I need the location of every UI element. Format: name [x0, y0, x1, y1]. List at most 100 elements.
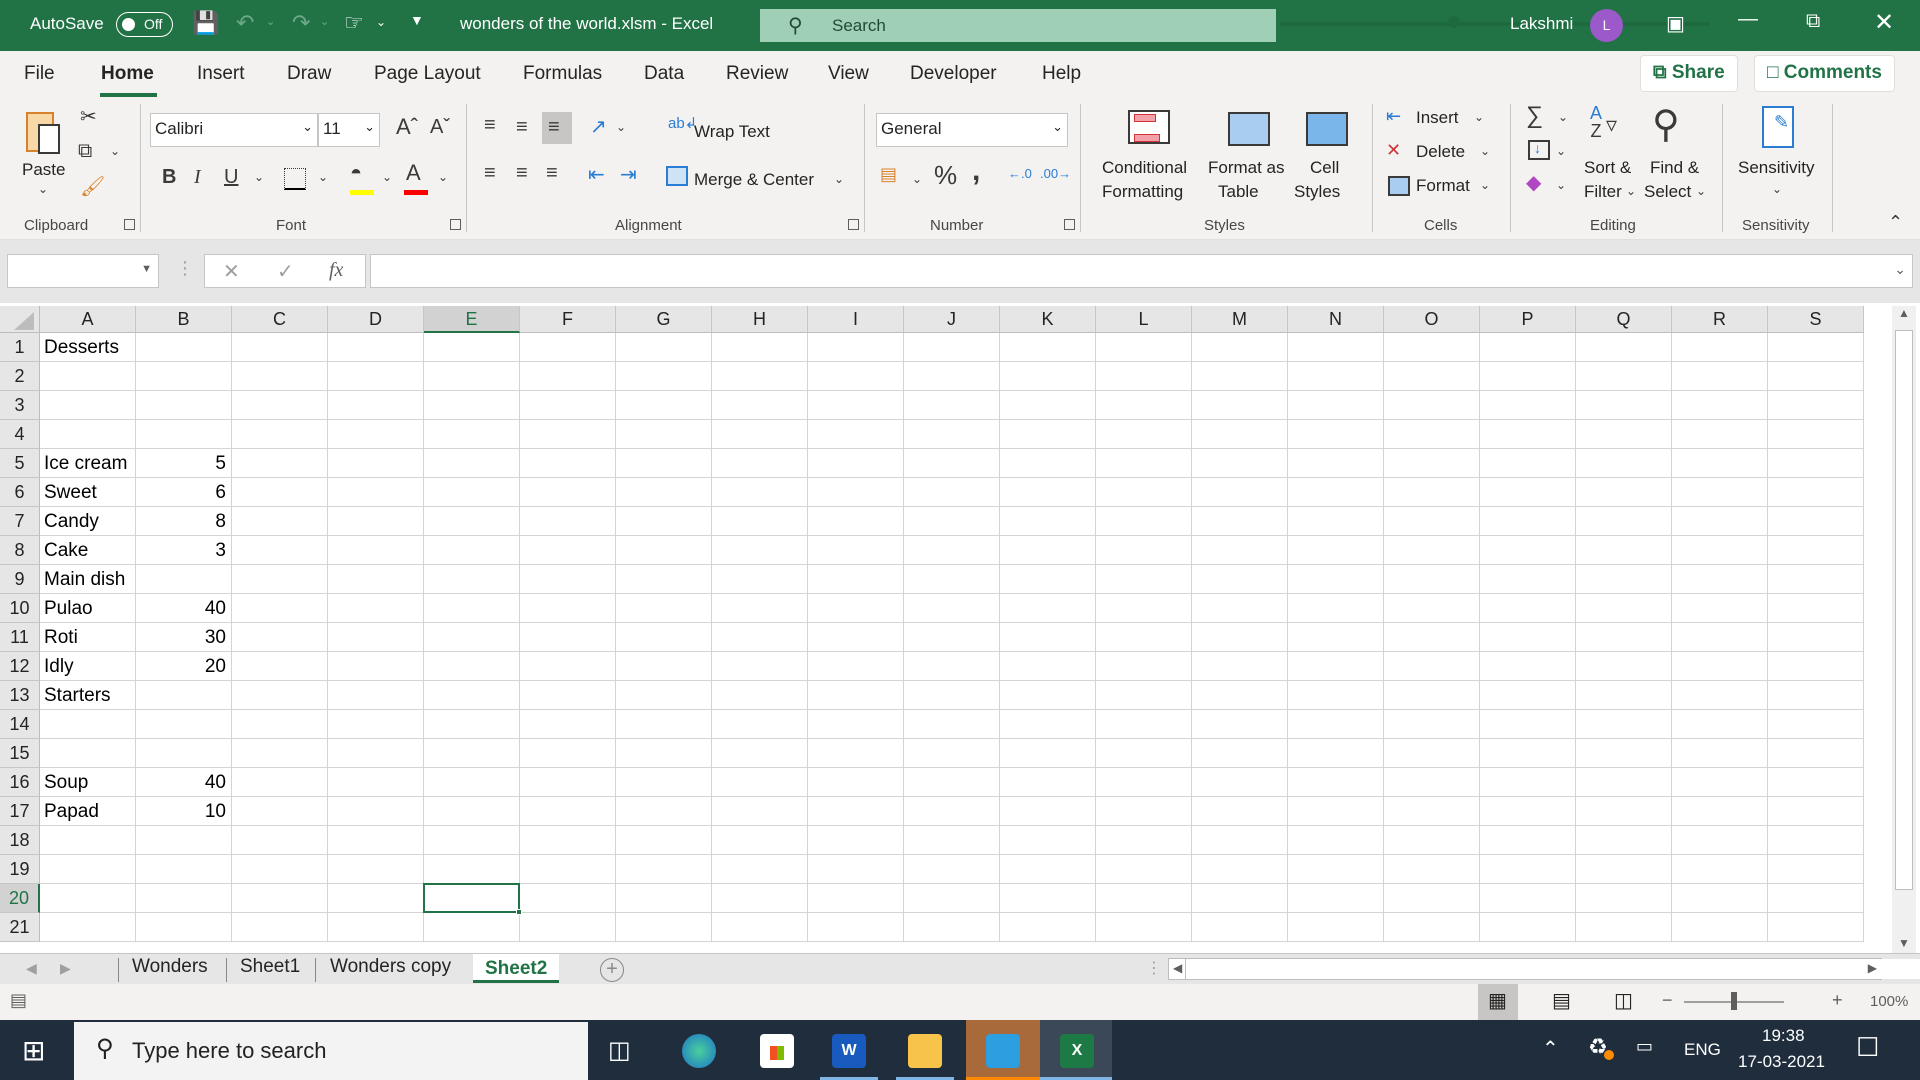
enter-icon[interactable]: ✓: [277, 259, 294, 284]
row-header-2[interactable]: 2: [0, 362, 40, 391]
copy-dropdown-icon[interactable]: ⌄: [110, 144, 120, 158]
sheet-tab-sheet2[interactable]: Sheet2: [473, 954, 560, 983]
insert-cells-button[interactable]: Insert: [1416, 108, 1459, 128]
font-size-select[interactable]: 11 ⌄: [318, 113, 380, 147]
row-header-7[interactable]: 7: [0, 507, 40, 536]
ribbon-display-options-icon[interactable]: ▣: [1666, 11, 1685, 36]
tab-data[interactable]: Data: [644, 63, 684, 85]
tab-insert[interactable]: Insert: [197, 63, 245, 85]
insert-dropdown-icon[interactable]: ⌄: [1474, 110, 1484, 124]
align-middle-icon[interactable]: ≡: [516, 116, 528, 139]
cell-a10[interactable]: Pulao: [44, 598, 93, 620]
add-sheet-button[interactable]: +: [600, 958, 624, 982]
increase-decimal-icon[interactable]: ←.0: [1008, 166, 1032, 181]
touch-dropdown-icon[interactable]: ⌄: [376, 15, 386, 29]
column-header-q[interactable]: Q: [1576, 306, 1672, 333]
column-header-i[interactable]: I: [808, 306, 904, 333]
format-dropdown-icon[interactable]: ⌄: [1480, 178, 1490, 192]
column-header-g[interactable]: G: [616, 306, 712, 333]
cell-a8[interactable]: Cake: [44, 540, 88, 562]
row-header-4[interactable]: 4: [0, 420, 40, 449]
find-select-label-2[interactable]: Select: [1644, 182, 1691, 202]
zoom-out-button[interactable]: −: [1662, 990, 1673, 1011]
increase-indent-icon[interactable]: ⇥: [620, 162, 637, 187]
save-icon[interactable]: 💾: [192, 10, 219, 36]
format-cells-button[interactable]: Format: [1416, 176, 1470, 196]
merge-center-dropdown-icon[interactable]: ⌄: [834, 172, 844, 186]
row-header-16[interactable]: 16: [0, 768, 40, 797]
insert-function-button[interactable]: fx: [329, 259, 343, 282]
font-color-dropdown-icon[interactable]: ⌄: [438, 170, 448, 184]
tab-page-layout[interactable]: Page Layout: [374, 63, 481, 85]
align-left-icon[interactable]: ≡: [484, 162, 496, 185]
column-header-m[interactable]: M: [1192, 306, 1288, 333]
close-icon[interactable]: ✕: [1874, 8, 1894, 37]
scroll-up-icon[interactable]: ▲: [1898, 306, 1910, 320]
column-header-c[interactable]: C: [232, 306, 328, 333]
cell-a12[interactable]: Idly: [44, 656, 74, 678]
accessibility-icon[interactable]: ▤: [10, 990, 27, 1011]
cell-b11[interactable]: 30: [136, 627, 226, 649]
column-header-j[interactable]: J: [904, 306, 1000, 333]
zoom-slider-thumb[interactable]: [1731, 992, 1737, 1010]
find-select-icon[interactable]: ⚲: [1652, 102, 1680, 147]
delete-cells-button[interactable]: Delete: [1416, 142, 1465, 162]
delete-dropdown-icon[interactable]: ⌄: [1480, 144, 1490, 158]
tab-review[interactable]: Review: [726, 63, 788, 85]
align-center-icon[interactable]: ≡: [516, 162, 528, 185]
row-header-15[interactable]: 15: [0, 739, 40, 768]
page-break-view-icon[interactable]: ◫: [1614, 988, 1633, 1013]
name-box-dropdown-icon[interactable]: ▼: [141, 263, 152, 275]
clear-dropdown-icon[interactable]: ⌄: [1556, 178, 1566, 192]
accounting-dropdown-icon[interactable]: ⌄: [912, 172, 922, 186]
clock-time[interactable]: 19:38: [1762, 1026, 1805, 1046]
column-header-r[interactable]: R: [1672, 306, 1768, 333]
tab-file[interactable]: File: [24, 63, 55, 85]
number-launcher-icon[interactable]: [1064, 219, 1075, 230]
percent-style-button[interactable]: %: [934, 160, 957, 191]
tab-help[interactable]: Help: [1042, 63, 1081, 85]
cell-styles-label-2[interactable]: Styles: [1294, 182, 1340, 202]
cell-b8[interactable]: 3: [136, 540, 226, 562]
font-name-select[interactable]: Calibri ⌄: [150, 113, 318, 147]
zoom-level[interactable]: 100%: [1870, 993, 1908, 1010]
scroll-down-icon[interactable]: ▼: [1898, 936, 1910, 950]
column-header-p[interactable]: P: [1480, 306, 1576, 333]
cell-b16[interactable]: 40: [136, 772, 226, 794]
row-header-13[interactable]: 13: [0, 681, 40, 710]
orientation-dropdown-icon[interactable]: ⌄: [616, 120, 626, 134]
cell-a6[interactable]: Sweet: [44, 482, 97, 504]
column-header-b[interactable]: B: [136, 306, 232, 333]
alignment-launcher-icon[interactable]: [848, 219, 859, 230]
zoom-in-button[interactable]: +: [1832, 990, 1843, 1011]
underline-dropdown-icon[interactable]: ⌄: [254, 170, 264, 184]
edge-browser-icon[interactable]: [682, 1034, 716, 1068]
scroll-thumb[interactable]: [1895, 330, 1913, 890]
align-bottom-button[interactable]: ≡: [542, 112, 572, 144]
show-hidden-icons-icon[interactable]: ⌃: [1542, 1036, 1559, 1061]
expand-formula-bar-icon[interactable]: ⌄: [1894, 261, 1906, 278]
format-as-table-icon[interactable]: [1228, 112, 1270, 146]
sensitivity-icon[interactable]: ✎: [1762, 106, 1794, 148]
search-box[interactable]: ⚲ Search: [760, 9, 1276, 42]
cell-a7[interactable]: Candy: [44, 511, 99, 533]
conditional-formatting-icon[interactable]: [1128, 110, 1170, 144]
wrap-text-button[interactable]: Wrap Text: [694, 122, 770, 142]
select-all-button[interactable]: [0, 306, 40, 333]
autosave-toggle[interactable]: Off: [116, 12, 173, 37]
decrease-indent-icon[interactable]: ⇤: [588, 162, 605, 187]
file-explorer-icon[interactable]: [908, 1034, 942, 1068]
cell-a13[interactable]: Starters: [44, 685, 111, 707]
sheet-tab-wonders[interactable]: Wonders: [132, 956, 208, 978]
conditional-formatting-label-2[interactable]: Formatting: [1102, 182, 1183, 202]
cell-a17[interactable]: Papad: [44, 801, 99, 823]
sensitivity-button[interactable]: Sensitivity: [1738, 158, 1815, 178]
row-header-5[interactable]: 5: [0, 449, 40, 478]
paste-button[interactable]: [24, 106, 66, 160]
worksheet-grid[interactable]: ABCDEFGHIJKLMNOPQRS 1 Desserts 2 3 4 5 Ice cre…: [0, 303, 1920, 953]
redo-dropdown-icon[interactable]: ⌄: [320, 15, 329, 28]
italic-button[interactable]: I: [194, 166, 201, 189]
tab-home[interactable]: Home: [101, 63, 154, 85]
row-header-19[interactable]: 19: [0, 855, 40, 884]
comments-button[interactable]: □ Comments: [1754, 55, 1895, 92]
